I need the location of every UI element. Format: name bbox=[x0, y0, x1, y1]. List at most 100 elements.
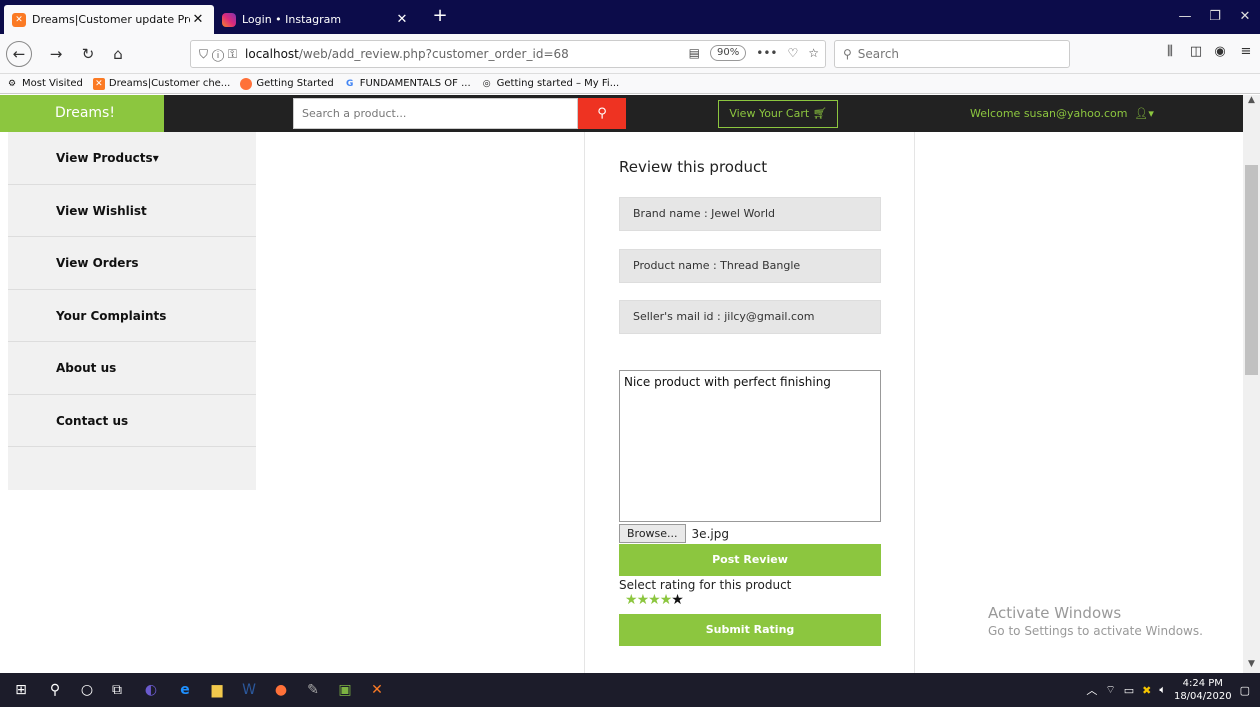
star-3-icon[interactable]: ★ bbox=[648, 592, 661, 608]
sidebar-item-view-products[interactable]: View Products▾ bbox=[8, 132, 256, 185]
clock[interactable]: 4:24 PM 18/04/2020 bbox=[1174, 677, 1232, 703]
site-header: Dreams! Search a product... ⚲ View Your … bbox=[0, 95, 1243, 132]
browser-tab-bar: ✕ Dreams|Customer update Profi ✕ Login •… bbox=[0, 0, 1260, 34]
reload-button[interactable]: ↻ bbox=[76, 43, 100, 65]
brand-logo[interactable]: Dreams! bbox=[0, 95, 164, 132]
windows-start-icon[interactable]: ⊞ bbox=[10, 679, 32, 701]
tab-dreams[interactable]: ✕ Dreams|Customer update Profi ✕ bbox=[4, 5, 214, 34]
post-review-button[interactable]: Post Review bbox=[619, 544, 881, 576]
bookmark-dreams[interactable]: ✕ Dreams|Customer che... bbox=[92, 77, 230, 90]
warning-icon[interactable]: ✖ bbox=[1142, 684, 1151, 697]
minimize-icon[interactable]: — bbox=[1170, 6, 1200, 28]
back-button[interactable]: ← bbox=[6, 41, 32, 67]
welcome-user-menu[interactable]: Welcome susan@yahoo.com 👤︎▾ bbox=[970, 95, 1154, 132]
browser-search-input[interactable]: ⚲ Search bbox=[834, 40, 1070, 68]
url-host: localhost bbox=[245, 47, 299, 61]
restore-icon[interactable]: ❐ bbox=[1200, 6, 1230, 28]
task-view-icon[interactable]: ⧉ bbox=[106, 679, 128, 701]
url-path: /web/add_review.php?customer_order_id=68 bbox=[298, 47, 569, 61]
menu-icon[interactable]: ≡ bbox=[1236, 44, 1256, 64]
bookmark-most-visited[interactable]: ⚙ Most Visited bbox=[6, 78, 83, 90]
review-title: Review this product bbox=[619, 158, 768, 176]
close-icon[interactable]: ✕ bbox=[394, 12, 410, 27]
battery-icon[interactable]: ▭ bbox=[1124, 684, 1134, 697]
url-bar[interactable]: ⛉ ⓘ ⚿ localhost /web/add_review.php?cust… bbox=[190, 40, 826, 68]
pocket-icon[interactable]: ♡ bbox=[787, 46, 798, 60]
eclipse-icon[interactable]: ◐ bbox=[140, 679, 162, 701]
zoom-level[interactable]: 90% bbox=[710, 45, 747, 61]
xampp-icon[interactable]: ✕ bbox=[366, 679, 388, 701]
scroll-up-icon[interactable]: ▲ bbox=[1243, 95, 1260, 109]
screen: ✕ Dreams|Customer update Profi ✕ Login •… bbox=[0, 0, 1260, 707]
new-tab-button[interactable]: + bbox=[428, 5, 452, 29]
close-icon[interactable]: ✕ bbox=[190, 12, 206, 27]
bookmark-star-icon[interactable]: ☆ bbox=[808, 46, 819, 60]
home-icon[interactable]: ⌂ bbox=[106, 43, 130, 65]
volume-icon[interactable]: 🔈︎ bbox=[1159, 683, 1166, 697]
sidebar-item-your-complaints[interactable]: Your Complaints bbox=[8, 290, 256, 342]
view-cart-button[interactable]: View Your Cart 🛒︎ bbox=[718, 100, 838, 128]
page-viewport: Dreams! Search a product... ⚲ View Your … bbox=[0, 95, 1243, 673]
firefox-icon[interactable]: ● bbox=[270, 679, 292, 701]
rating-label: Select rating for this product bbox=[619, 578, 792, 592]
review-panel: Review this product Brand name : Jewel W… bbox=[584, 132, 915, 673]
star-4-icon[interactable]: ★ bbox=[660, 592, 673, 608]
shield-icon: ⛉ ⓘ ⚿ bbox=[199, 46, 238, 61]
sidebar: View Products▾ View Wishlist View Orders… bbox=[8, 132, 256, 490]
cortana-icon[interactable]: ○ bbox=[76, 679, 98, 701]
sidebar-item-view-orders[interactable]: View Orders bbox=[8, 237, 256, 290]
star-5-icon[interactable]: ★ bbox=[671, 592, 684, 608]
photos-icon[interactable]: ▣ bbox=[334, 679, 356, 701]
submit-rating-button[interactable]: Submit Rating bbox=[619, 614, 881, 646]
activate-windows-watermark: Activate Windows Go to Settings to activ… bbox=[988, 604, 1203, 638]
star-1-icon[interactable]: ★ bbox=[625, 592, 638, 608]
bookmark-getting-started[interactable]: Getting Started bbox=[240, 77, 334, 90]
bookmark-getting-started-my[interactable]: ◎ Getting started – My Fi... bbox=[481, 78, 620, 90]
caret-down-icon: ▾ bbox=[152, 151, 159, 165]
word-icon[interactable]: W bbox=[238, 679, 260, 701]
network-icon[interactable]: ⌔ bbox=[1105, 683, 1115, 697]
star-2-icon[interactable]: ★ bbox=[637, 592, 650, 608]
more-actions-icon[interactable]: ••• bbox=[756, 46, 777, 60]
tab-instagram[interactable]: Login • Instagram ✕ bbox=[214, 5, 418, 34]
file-explorer-icon[interactable]: ▆ bbox=[206, 679, 228, 701]
chevron-up-icon[interactable]: ︿ bbox=[1086, 682, 1097, 698]
forward-button[interactable]: → bbox=[44, 43, 68, 65]
paint-icon[interactable]: ✎ bbox=[302, 679, 324, 701]
search-icon[interactable]: ⚲ bbox=[44, 679, 66, 701]
product-search-input[interactable]: Search a product... bbox=[293, 98, 578, 129]
tab-title: Login • Instagram bbox=[242, 13, 342, 26]
library-icon[interactable]: ⫼ bbox=[1160, 44, 1180, 64]
scroll-down-icon[interactable]: ▼ bbox=[1243, 659, 1260, 673]
star-rating[interactable]: ★★★★★ bbox=[625, 592, 684, 608]
browse-button[interactable]: Browse... bbox=[619, 524, 686, 543]
system-tray: ︿ ⌔ ▭ ✖ 🔈︎ 4:24 PM 18/04/2020 ▢ bbox=[1086, 673, 1250, 707]
close-window-icon[interactable]: ✕ bbox=[1230, 6, 1260, 28]
bookmarks-bar: ⚙ Most Visited ✕ Dreams|Customer che... Ge… bbox=[0, 74, 1260, 94]
product-search-button[interactable]: ⚲ bbox=[578, 98, 626, 129]
scroll-thumb[interactable] bbox=[1245, 165, 1258, 375]
firefox-icon bbox=[240, 77, 253, 90]
review-textarea[interactable]: Nice product with perfect finishing bbox=[619, 370, 881, 522]
browser-search-placeholder: Search bbox=[857, 47, 900, 61]
sidebar-item-contact-us[interactable]: Contact us bbox=[8, 395, 256, 447]
bookmark-fundamentals[interactable]: G FUNDAMENTALS OF ... bbox=[344, 78, 471, 90]
sidebar-item-about-us[interactable]: About us bbox=[8, 342, 256, 395]
edge-icon[interactable]: e bbox=[174, 679, 196, 701]
notification-icon[interactable]: ▢ bbox=[1240, 684, 1250, 697]
file-name: 3e.jpg bbox=[691, 526, 729, 541]
xampp-icon: ✕ bbox=[92, 77, 105, 90]
tab-title: Dreams|Customer update Profi bbox=[32, 13, 190, 26]
sidebar-item-view-wishlist[interactable]: View Wishlist bbox=[8, 185, 256, 237]
google-icon: G bbox=[345, 78, 354, 89]
page-scrollbar[interactable]: ▲ ▼ bbox=[1243, 95, 1260, 673]
brand-name-field: Brand name : Jewel World bbox=[619, 197, 881, 231]
reader-view-icon[interactable]: ▤ bbox=[689, 46, 700, 60]
sidebar-toggle-icon[interactable]: ◫ bbox=[1186, 44, 1206, 64]
search-icon: ⚲ bbox=[843, 47, 852, 61]
account-icon[interactable]: ◉ bbox=[1210, 44, 1230, 64]
file-upload: Browse... 3e.jpg bbox=[619, 524, 729, 543]
user-icon: 👤︎▾ bbox=[1130, 107, 1154, 120]
cart-icon: 🛒︎ bbox=[812, 107, 827, 120]
globe-icon: ◎ bbox=[482, 78, 491, 89]
